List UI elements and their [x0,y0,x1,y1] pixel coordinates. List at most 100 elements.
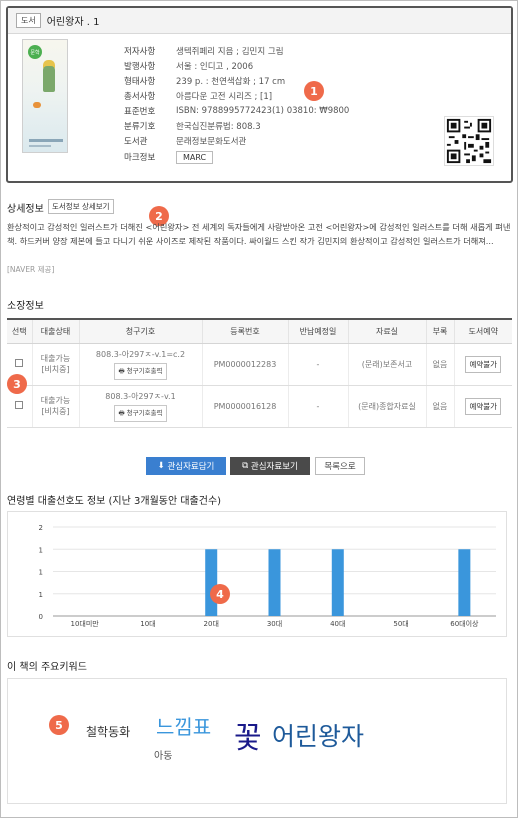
meta-label: 표준번호 [124,106,156,117]
meta-label: 형태사항 [124,76,156,87]
chart-section-title: 연령별 대출선호도 정보 (지난 3개월동안 대출건수) [7,496,222,507]
room-cell: (문래)종합자료실 [348,385,427,428]
meta-label: 발행사항 [124,61,156,72]
holdings-table: 선택 대출상태 청구기호 등록번호 반납예정일 자료실 부록 도서예약 대출가능… [7,318,512,428]
meta-value: ISBN: 9788995772423(1) 03810: ₩9800 [176,105,350,116]
meta-row-author: 저자사항 생텍쥐페리 지음 ; 김민지 그림 [124,43,349,58]
reserve-button[interactable]: 예약불가 [465,397,502,415]
detail-section-title: 상세정보 [7,204,44,215]
col-status: 대출상태 [32,318,80,344]
age-loan-chart: 2 1 1 1 0 10대미만 10대 20대 30대 40대 50대 60대이상 [39,524,496,628]
meta-label: 총서사항 [124,91,156,102]
due-date-cell: - [288,343,349,386]
appendix-cell: 없음 [426,343,455,386]
annotation-marker-3: 3 [7,374,27,394]
status-cell: 대출가능 [비치중] [32,385,80,428]
view-interest-button[interactable]: ⧉ 관심자료보기 [230,457,310,475]
annotation-marker-4: 4 [210,584,230,604]
keyword[interactable]: 어린왕자 [272,717,364,753]
age-chart-container: 2 1 1 1 0 10대미만 10대 20대 30대 40대 50대 60대이상 [7,511,507,637]
x-tick-label: 40대 [330,620,345,628]
meta-value: 한국십진분류법: 808.3 [176,121,261,132]
book-title: 어린왕자 . 1 [46,17,100,28]
view-interest-label: 관심자료보기 [250,462,298,472]
print-label: 청구기호출력 [126,366,163,375]
appendix-cell: 없음 [426,385,455,428]
due-date-cell: - [288,385,349,428]
reg-number-cell: PM0000016128 [202,385,289,428]
call-number: 808.3-아297ㅈ-v.1 [105,391,176,401]
book-header: 도서 어린왕자 . 1 [8,8,511,34]
holdings-header-row: 선택 대출상태 청구기호 등록번호 반납예정일 자료실 부록 도서예약 [7,318,512,344]
reserve-cell: 예약불가 [454,343,512,386]
meta-label: 저자사항 [124,46,156,57]
reg-number-cell: PM0000012283 [202,343,289,386]
cover-badge: 문학 [28,45,42,59]
book-detail-button[interactable]: 도서정보 상세보기 [48,199,114,214]
book-description: 환상적이고 감성적인 일러스트가 더해진 <어린왕자> 전 세계의 독자들에게 … [7,222,511,246]
x-tick-label: 60대이상 [450,619,479,628]
meta-row-class: 분류기호 한국십진분류법: 808.3 [124,118,349,133]
back-to-list-button[interactable]: 목록으로 [315,457,365,475]
x-tick-label: 10대미만 [71,619,100,628]
status-sub: [비치중] [41,365,70,374]
description-source: [NAVER 제공] [7,265,55,274]
y-tick-label: 1 [39,546,43,554]
marc-button[interactable]: MARC [176,150,214,164]
print-label: 청구기호출력 [126,408,163,417]
x-tick-label: 10대 [140,620,155,628]
y-tick-label: 1 [39,591,43,599]
room-cell: (문래)보존서고 [348,343,427,386]
y-tick-label: 1 [39,569,43,577]
meta-value: 239 p. : 천연색삽화 ; 17 cm [176,76,286,87]
keyword[interactable]: 철학동화 [86,723,130,740]
row-checkbox[interactable] [15,359,24,367]
col-call-number: 청구기호 [79,318,203,344]
cover-illustration-figure [43,66,55,92]
call-number-cell: 808.3-아297ㅈ-v.1=c.2 🖶 청구기호출력 [79,343,203,386]
meta-row-marc: 마크정보 MARC [124,148,349,166]
col-appendix: 부록 [426,318,455,344]
book-metadata: 저자사항 생텍쥐페리 지음 ; 김민지 그림 발행사항 서울 : 인디고 , 200… [124,43,349,166]
book-cover-image: 문학 [22,39,68,153]
table-row: 대출가능 [비치중] 808.3-아297ㅈ-v.1=c.2 🖶 청구기호출력 PM… [7,343,512,386]
call-number-cell: 808.3-아297ㅈ-v.1 🖶 청구기호출력 [79,385,203,428]
annotation-marker-5: 5 [49,715,69,735]
bar [205,549,218,616]
keyword-cloud: 철학동화 느낌표 아동 꽃 어린왕자 [7,678,507,804]
status-text: 대출가능 [40,354,71,363]
y-tick-label: 0 [39,613,43,621]
cover-title-line [29,139,63,142]
annotation-marker-1: 1 [304,81,324,101]
cover-illustration-fox [33,102,41,108]
col-select: 선택 [7,318,33,344]
x-tick-label: 30대 [267,620,282,628]
keyword-section-title: 이 책의 주요키워드 [7,662,87,673]
keyword[interactable]: 느낌표 [156,711,211,740]
col-due-date: 반납예정일 [288,318,349,344]
meta-label: 분류기호 [124,121,156,132]
meta-label: 마크정보 [124,153,156,163]
meta-value: 아름다운 고전 시리즈 ; [1] [176,91,273,102]
add-interest-button[interactable]: ⬇ 관심자료담기 [146,457,226,475]
col-room: 자료실 [348,318,427,344]
meta-row-library: 도서관 문래정보문화도서관 [124,133,349,148]
keyword[interactable]: 아동 [154,747,172,762]
cover-subtitle-line [29,145,51,147]
table-row: 대출가능 [비치중] 808.3-아297ㅈ-v.1 🖶 청구기호출력 PM0000… [7,385,512,428]
print-call-number-button[interactable]: 🖶 청구기호출력 [114,404,167,422]
material-type-tag: 도서 [16,13,41,28]
print-call-number-button[interactable]: 🖶 청구기호출력 [114,362,167,380]
keyword[interactable]: 꽃 [234,713,262,757]
holdings-section-title: 소장정보 [7,301,44,312]
reserve-button[interactable]: 예약불가 [465,355,502,373]
meta-value: 서울 : 인디고 , 2006 [176,61,254,72]
download-icon: ⬇ [157,461,168,471]
call-number: 808.3-아297ㅈ-v.1=c.2 [95,349,186,359]
col-reserve: 도서예약 [454,318,512,344]
y-tick-label: 2 [39,524,43,532]
col-reg-number: 등록번호 [202,318,289,344]
row-checkbox[interactable] [15,401,24,409]
meta-value: 문래정보문화도서관 [176,136,247,147]
x-tick-label: 20대 [204,620,219,628]
